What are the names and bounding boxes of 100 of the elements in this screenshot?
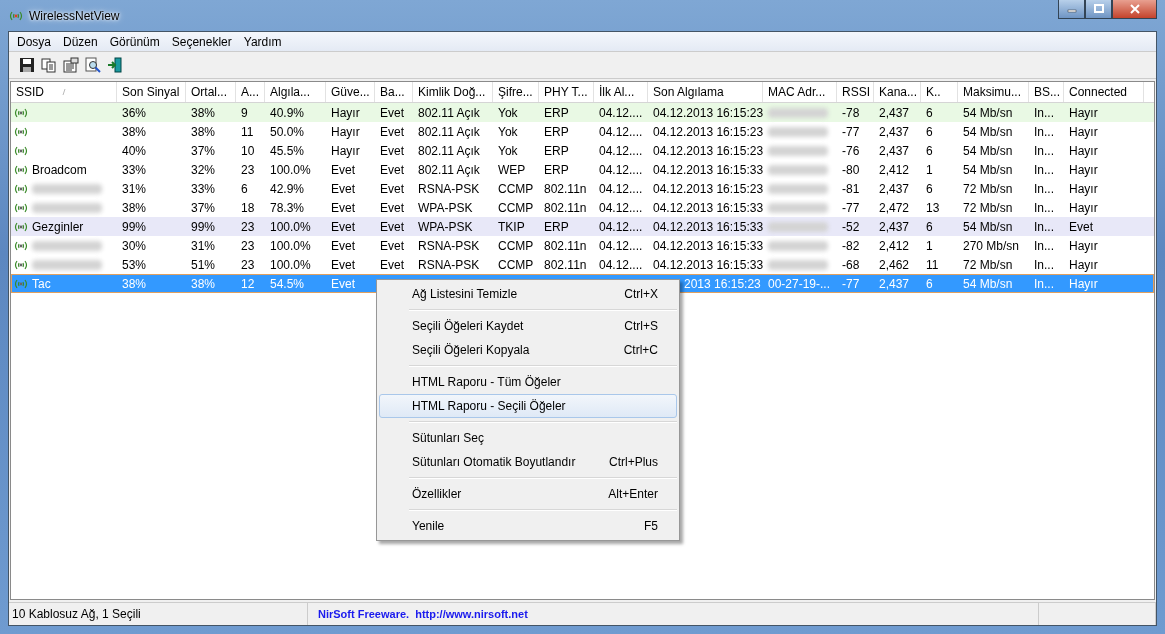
table-cell: 2,437 — [879, 219, 910, 234]
table-cell: 40% — [122, 143, 147, 158]
table-cell: 40.9% — [270, 105, 305, 120]
table-cell: 38% — [122, 276, 147, 291]
table-cell: ERP — [544, 219, 569, 234]
table-cell: 100.0% — [270, 162, 311, 177]
table-cell: In... — [1034, 105, 1054, 120]
table-cell: Evet — [331, 181, 355, 196]
table-cell: Evet — [331, 200, 355, 215]
table-cell: 37% — [191, 200, 216, 215]
table-cell: Hayır — [1069, 276, 1098, 291]
table-cell: Evet — [380, 124, 404, 139]
table-cell: 04.12.... — [599, 124, 643, 139]
table-cell: 2013 16:15:23 — [684, 276, 761, 291]
table-cell: 1 — [926, 162, 933, 177]
table-cell: Hayır — [1069, 143, 1098, 158]
table-cell: 13 — [926, 200, 940, 215]
table-cell: 78.3% — [270, 200, 305, 215]
table-cell: Gezginler — [32, 219, 84, 234]
table-cell: 38% — [191, 124, 216, 139]
table-cell: 32% — [191, 162, 216, 177]
table-cell: In... — [1034, 257, 1054, 272]
table-cell: In... — [1034, 162, 1054, 177]
table-cell: Evet — [380, 257, 404, 272]
table-cell: WPA-PSK — [418, 219, 473, 234]
table-cell: 6 — [926, 105, 933, 120]
window-title: WirelessNetView — [29, 8, 120, 23]
table-cell: 23 — [241, 238, 255, 253]
table-cell: 04.12.2013 16:15:33 — [653, 162, 764, 177]
table-cell: Yok — [498, 105, 518, 120]
table-cell: 11 — [241, 124, 254, 139]
table-cell: CCMP — [498, 200, 534, 215]
table-cell: 802.11n — [544, 257, 587, 272]
table-cell: -82 — [842, 238, 860, 253]
table-cell: 6 — [926, 181, 933, 196]
table-cell: Hayır — [1069, 257, 1098, 272]
table-cell: 72 Mb/sn — [963, 181, 1013, 196]
table-cell: 04.12.2013 16:15:23 — [653, 181, 764, 196]
table-cell: 2,472 — [879, 200, 910, 215]
table-cell: Evet — [331, 238, 355, 253]
table-cell: WEP — [498, 162, 526, 177]
table-cell: 10 — [241, 143, 255, 158]
table-cell: 04.12.... — [599, 105, 643, 120]
table-cell: -77 — [842, 124, 860, 139]
table-cell: 38% — [191, 276, 216, 291]
table-cell: 04.12.... — [599, 181, 643, 196]
table-cell: Evet — [380, 200, 404, 215]
table-cell: 36% — [122, 105, 147, 120]
table-cell: 100.0% — [270, 238, 311, 253]
table-cell: 53% — [122, 257, 147, 272]
table-cell: -78 — [842, 105, 860, 120]
table-cell: CCMP — [498, 238, 534, 253]
table-cell: 04.12.... — [599, 257, 643, 272]
table-cell: 42.9% — [270, 181, 305, 196]
table-cell: 00-27-19-... — [768, 276, 831, 291]
table-cell: 04.12.... — [599, 219, 643, 234]
table-cell: 38% — [122, 124, 147, 139]
table-cell: Evet — [380, 143, 404, 158]
table-cell: 04.12.2013 16:15:33 — [653, 238, 764, 253]
table-cell: CCMP — [498, 257, 534, 272]
table-cell: 23 — [241, 162, 255, 177]
table-cell: Hayır — [1069, 124, 1098, 139]
table-cell: Hayır — [1069, 105, 1098, 120]
table-cell: Evet — [1069, 219, 1093, 234]
table-cell: Hayır — [1069, 238, 1098, 253]
table-cell: 6 — [926, 124, 933, 139]
table-cell: 802.11n — [544, 238, 587, 253]
table-cell: In... — [1034, 200, 1054, 215]
table-cell: 04.12.2013 16:15:33 — [653, 257, 764, 272]
table-cell: 2,437 — [879, 124, 910, 139]
table-cell: 11 — [926, 257, 939, 272]
table-cell: 23 — [241, 257, 255, 272]
table-cell: 2,437 — [879, 105, 910, 120]
table-cell: 802.11 Açık — [418, 162, 480, 177]
table-cell: -81 — [842, 181, 860, 196]
table-cell: Evet — [380, 219, 404, 234]
table-cell: 2,437 — [879, 181, 910, 196]
table-cell: Tac — [32, 276, 51, 291]
table-cell: ERP — [544, 124, 569, 139]
table-cell: In... — [1034, 124, 1054, 139]
table-cell: 54.5% — [270, 276, 305, 291]
table-cell: Evet — [380, 162, 404, 177]
table-cell: ERP — [544, 162, 569, 177]
table-cell: RSNA-PSK — [418, 181, 480, 196]
table-cell: 38% — [122, 200, 147, 215]
table-cell: Evet — [380, 238, 404, 253]
table-cell: 33% — [122, 162, 147, 177]
table-cell: -76 — [842, 143, 860, 158]
table-cell: 2,437 — [879, 276, 910, 291]
table-cell: Hayır — [331, 124, 360, 139]
table-cell: 23 — [241, 219, 255, 234]
table-cell: 04.12.2013 16:15:23 — [653, 143, 764, 158]
table-cell: 6 — [926, 276, 933, 291]
table-cell: 72 Mb/sn — [963, 200, 1013, 215]
table-cell: Evet — [331, 162, 355, 177]
table-cell: 54 Mb/sn — [963, 276, 1013, 291]
table-cell: 50.0% — [270, 124, 305, 139]
table-cell: 45.5% — [270, 143, 305, 158]
table-cell: 99% — [122, 219, 147, 234]
table-cell: Evet — [331, 257, 355, 272]
